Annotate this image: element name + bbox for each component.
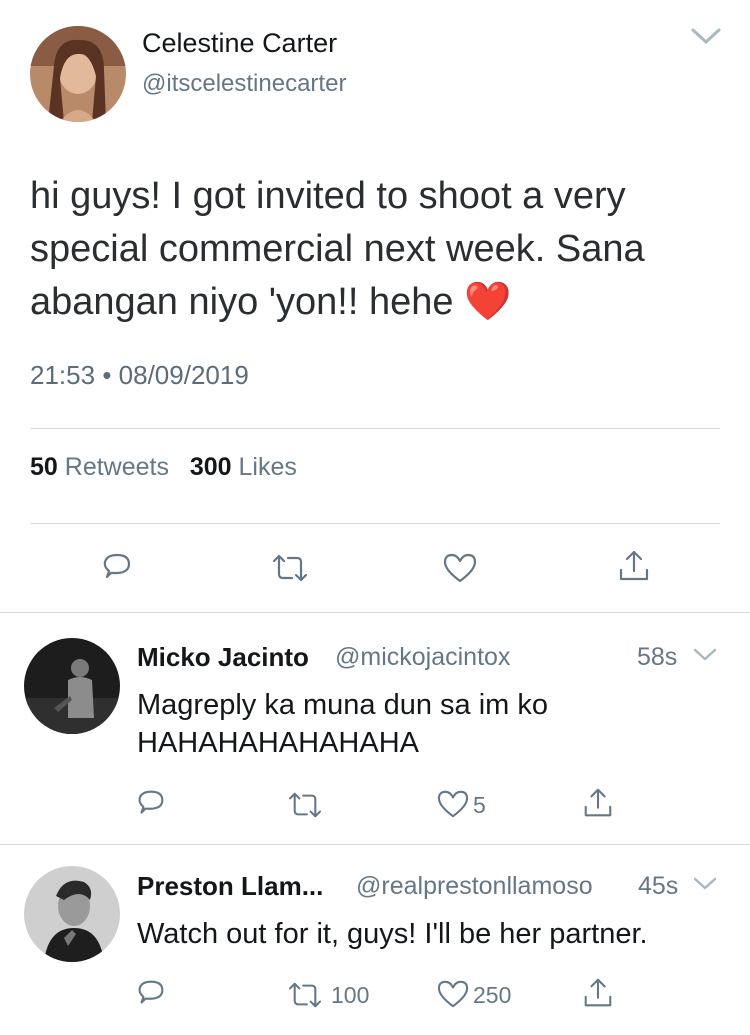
heart-icon[interactable]	[442, 552, 478, 584]
like-count: 300	[189, 453, 232, 481]
reply-icon[interactable]	[134, 977, 168, 1011]
retweet-count: 50	[30, 453, 58, 481]
chevron-down-icon[interactable]	[688, 24, 724, 48]
author-handle[interactable]: @itscelestinecarter	[142, 70, 346, 98]
retweet-count: 100	[331, 982, 370, 1008]
retweet-icon[interactable]	[270, 552, 310, 584]
tweet-timestamp: 21:53 • 08/09/2019	[30, 360, 249, 391]
divider	[0, 844, 750, 845]
share-icon[interactable]	[581, 976, 615, 1010]
divider	[30, 428, 720, 429]
heart-icon[interactable]	[436, 789, 470, 819]
reply-timestamp: 58s	[637, 643, 678, 671]
reply-text: Magreply ka muna dun sa im ko HAHAHAHAHA…	[137, 689, 549, 759]
tweet-text: hi guys! I got invited to shoot a very s…	[30, 175, 645, 323]
reply-author-handle[interactable]: @realprestonllamoso	[356, 872, 593, 901]
reply-avatar[interactable]	[24, 866, 120, 962]
divider	[0, 612, 750, 613]
chevron-down-icon[interactable]	[692, 645, 718, 665]
retweet-icon[interactable]	[286, 790, 324, 820]
divider	[30, 523, 720, 524]
author-name[interactable]: Celestine Carter	[142, 28, 337, 59]
reply-icon[interactable]	[99, 550, 135, 586]
reply-author-name[interactable]: Preston Llam...	[137, 871, 323, 902]
chevron-down-icon[interactable]	[692, 874, 718, 894]
like-count: 250	[473, 982, 512, 1008]
reply-author-handle[interactable]: @mickojacintox	[335, 643, 510, 672]
likes-stat[interactable]: 300 Likes	[190, 453, 297, 481]
tweet-stats: 50 Retweets 300 Likes	[30, 453, 297, 482]
reply-avatar[interactable]	[24, 638, 120, 734]
reply-timestamp: 45s	[638, 872, 679, 900]
author-avatar[interactable]	[30, 26, 126, 122]
reply-icon[interactable]	[134, 787, 168, 821]
heart-icon[interactable]	[436, 979, 470, 1009]
timestamp-separator: •	[102, 360, 112, 390]
retweet-icon[interactable]	[286, 980, 324, 1010]
like-count: 5	[473, 792, 486, 818]
tweet-date: 08/09/2019	[118, 360, 249, 390]
reply-author-name[interactable]: Micko Jacinto	[137, 642, 309, 673]
tweet-time: 21:53	[30, 360, 96, 390]
retweet-label: Retweets	[64, 453, 169, 481]
like-label: Likes	[238, 453, 297, 481]
share-icon[interactable]	[616, 548, 652, 584]
retweets-stat[interactable]: 50 Retweets	[30, 453, 176, 481]
share-icon[interactable]	[581, 786, 615, 820]
reply-text: Watch out for it, guys! I'll be her part…	[137, 918, 648, 950]
